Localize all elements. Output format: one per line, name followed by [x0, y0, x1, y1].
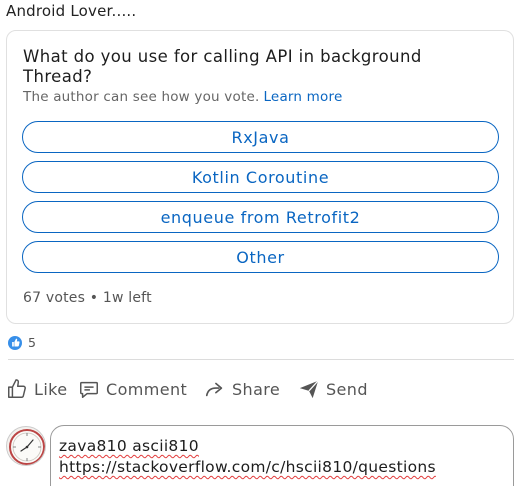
share-button[interactable]: Share	[204, 374, 280, 404]
poll-option-kotlin-coroutine[interactable]: Kotlin Coroutine	[22, 161, 499, 193]
post-action-bar: Like Comment Share Send	[4, 374, 514, 404]
poll-note-text: The author can see how you vote.	[23, 89, 260, 105]
poll-option-rxjava[interactable]: RxJava	[22, 121, 499, 153]
poll-question: What do you use for calling API in backg…	[23, 47, 422, 86]
comment-text-line-2: https://stackoverflow.com/c/hscii810/que…	[59, 458, 436, 476]
poll-meta: 67 votes • 1w left	[23, 290, 152, 306]
avatar[interactable]	[6, 426, 46, 466]
comment-label: Comment	[106, 379, 188, 399]
poll-option-enqueue-retrofit2[interactable]: enqueue from Retrofit2	[22, 201, 499, 233]
reaction-count: 5	[28, 335, 36, 350]
send-button[interactable]: Send	[298, 374, 368, 404]
comment-button[interactable]: Comment	[78, 374, 187, 404]
comment-input[interactable]: zava810 ascii810 https://stackoverflow.c…	[50, 425, 514, 486]
share-arrow-icon	[205, 382, 223, 397]
like-label: Like	[34, 379, 68, 399]
post-author-line: Android Lover.....	[6, 2, 137, 20]
reactions-summary[interactable]: 5	[8, 335, 36, 350]
like-button[interactable]: Like	[6, 374, 68, 404]
comment-text-line-1: zava810 ascii810	[59, 437, 199, 455]
thumbs-up-icon	[8, 335, 22, 350]
comment-icon	[80, 381, 98, 398]
poll-card: What do you use for calling API in backg…	[6, 30, 514, 324]
send-label: Send	[326, 379, 368, 399]
share-label: Share	[232, 379, 281, 399]
send-plane-icon	[299, 380, 319, 399]
clock-avatar-icon	[9, 429, 45, 465]
divider	[8, 359, 514, 360]
thumbs-up-outline-icon	[8, 379, 26, 398]
poll-option-other[interactable]: Other	[22, 241, 499, 273]
poll-privacy-note: The author can see how you vote. Learn mo…	[23, 89, 342, 105]
learn-more-link[interactable]: Learn more	[263, 89, 342, 105]
